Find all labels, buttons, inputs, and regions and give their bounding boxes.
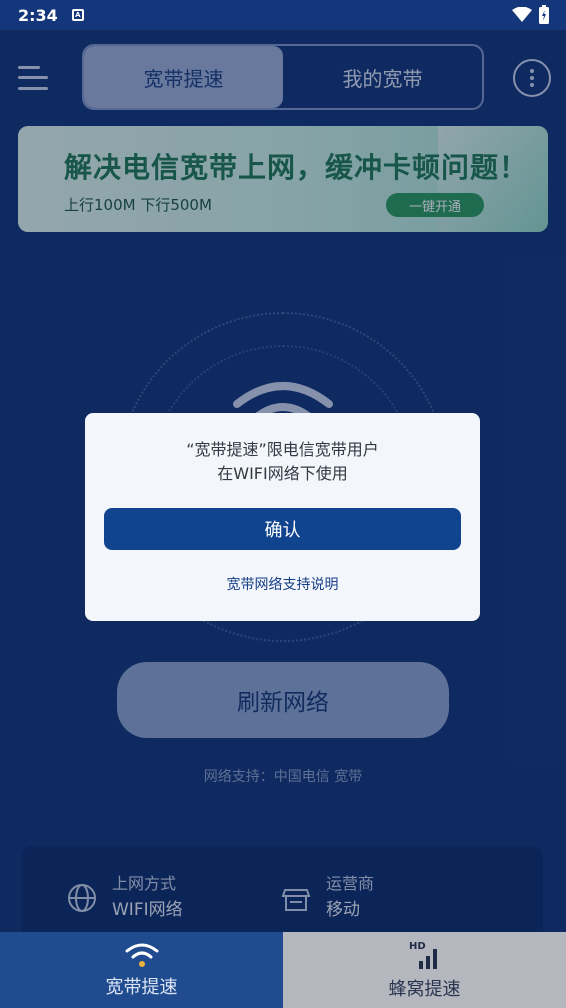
wifi-status-icon [512, 7, 532, 22]
nav-broadband-label: 宽带提速 [105, 977, 178, 998]
battery-icon [539, 5, 549, 24]
hd-signal-icon: HD [409, 941, 437, 969]
nav-cellular-speedup[interactable]: HD 蜂窝提速 [283, 932, 566, 1008]
notification-icon: A [71, 9, 84, 21]
dialog-message: “宽带提速”限电信宽带用户 在WIFI网络下使用 [85, 438, 480, 486]
app-screen: 2:34 A 宽带提速 我的宽带 解决电信宽带上网，缓冲卡顿问题！ 上行100M… [0, 0, 566, 1008]
status-right [512, 5, 550, 25]
wifi-icon [125, 943, 158, 967]
svg-text:HD: HD [409, 941, 426, 952]
status-bar: 2:34 A [0, 0, 566, 30]
dialog-message-line1: “宽带提速”限电信宽带用户 [186, 440, 379, 459]
confirm-button[interactable]: 确认 [104, 508, 461, 550]
nav-broadband-speedup[interactable]: 宽带提速 [0, 932, 283, 1008]
dialog-message-line2: 在WIFI网络下使用 [217, 464, 348, 483]
network-support-link[interactable]: 宽带网络支持说明 [85, 574, 480, 594]
bottom-navigation: 宽带提速 HD 蜂窝提速 [0, 932, 566, 1008]
status-time: 2:34 [18, 5, 58, 25]
usage-restriction-dialog: “宽带提速”限电信宽带用户 在WIFI网络下使用 确认 宽带网络支持说明 [85, 413, 480, 621]
nav-cellular-label: 蜂窝提速 [388, 979, 461, 1000]
